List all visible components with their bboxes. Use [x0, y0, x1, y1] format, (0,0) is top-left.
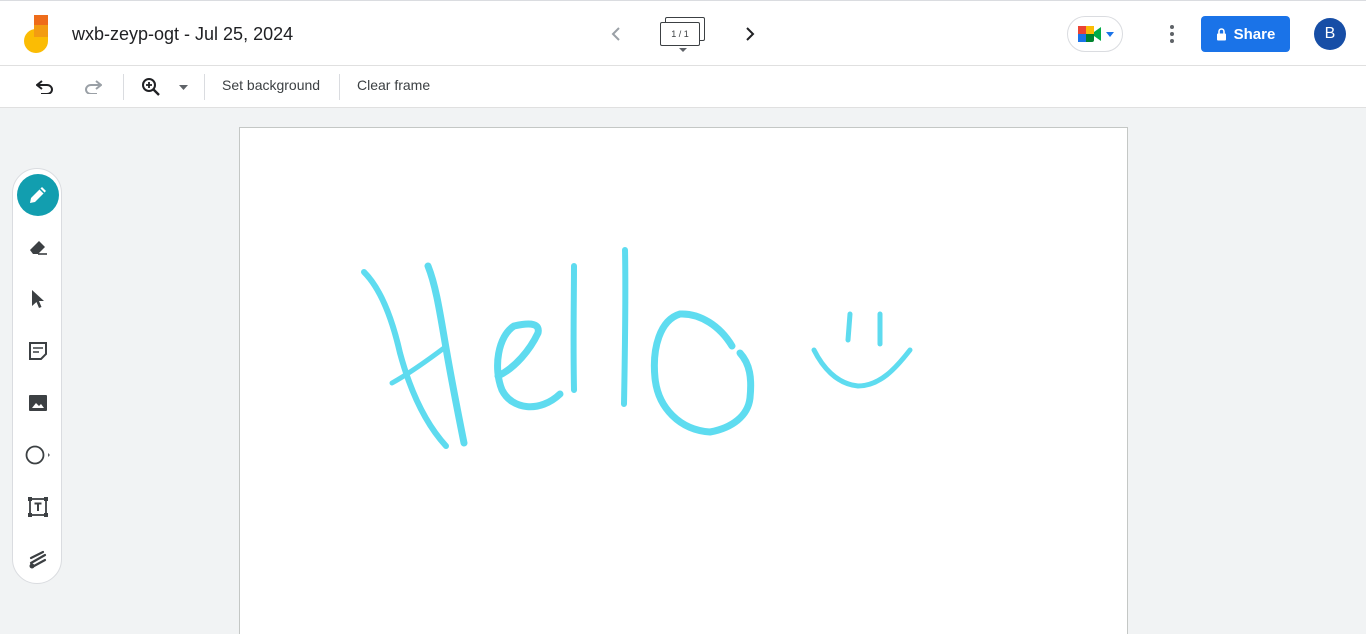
chevron-left-icon [611, 27, 620, 41]
lock-icon [1216, 27, 1226, 40]
toolbar-divider [123, 74, 124, 100]
image-tool[interactable] [17, 382, 59, 424]
document-title[interactable]: wxb-zeyp-ogt - Jul 25, 2024 [72, 24, 293, 45]
zoom-in-icon [142, 78, 160, 96]
tool-rail [12, 168, 62, 584]
drawing-canvas[interactable] [239, 127, 1128, 634]
hello-drawing [361, 247, 913, 449]
more-options-button[interactable] [1160, 22, 1184, 46]
undo-icon [36, 80, 53, 94]
select-tool[interactable] [17, 278, 59, 320]
pen-tool[interactable] [17, 174, 59, 216]
toolbar-divider [339, 74, 340, 100]
previous-frame-button[interactable] [604, 23, 628, 45]
undo-button[interactable] [32, 74, 58, 100]
toolbar-divider [204, 74, 205, 100]
more-vert-icon [1170, 25, 1174, 43]
sticky-note-icon [29, 342, 47, 360]
caret-down-icon [679, 48, 687, 52]
caret-down-icon [178, 84, 188, 90]
zoom-dropdown[interactable] [175, 74, 191, 100]
edit-toolbar: Set background Clear frame [0, 66, 1366, 108]
select-icon [32, 290, 44, 308]
top-bar: wxb-zeyp-ogt - Jul 25, 2024 1 / 1 Share … [0, 0, 1366, 66]
next-frame-button[interactable] [738, 23, 762, 45]
clear-frame-button[interactable]: Clear frame [357, 77, 430, 93]
eraser-tool[interactable] [17, 226, 59, 268]
zoom-button[interactable] [139, 74, 163, 100]
shape-tool[interactable] [17, 434, 59, 476]
circle-shape-icon [25, 445, 50, 465]
frame-counter: 1 / 1 [660, 22, 700, 46]
caret-down-icon [1105, 31, 1114, 37]
share-button[interactable]: Share [1201, 16, 1290, 52]
meet-button[interactable] [1067, 16, 1123, 52]
image-icon [29, 395, 47, 411]
account-avatar[interactable]: B [1314, 18, 1346, 50]
sticky-note-tool[interactable] [17, 330, 59, 372]
text-box-tool[interactable] [17, 486, 59, 528]
text-box-icon [28, 497, 48, 517]
redo-icon [85, 80, 102, 94]
redo-button[interactable] [80, 74, 106, 100]
jamboard-logo-icon [22, 15, 50, 53]
pen-icon [30, 187, 46, 203]
set-background-button[interactable]: Set background [222, 77, 320, 93]
laser-icon [29, 550, 47, 569]
frame-bar-toggle[interactable]: 1 / 1 [659, 17, 709, 57]
meet-icon [1077, 26, 1101, 42]
eraser-icon [30, 241, 47, 255]
laser-tool[interactable] [17, 538, 59, 580]
share-label: Share [1233, 25, 1276, 43]
chevron-right-icon [746, 27, 755, 41]
